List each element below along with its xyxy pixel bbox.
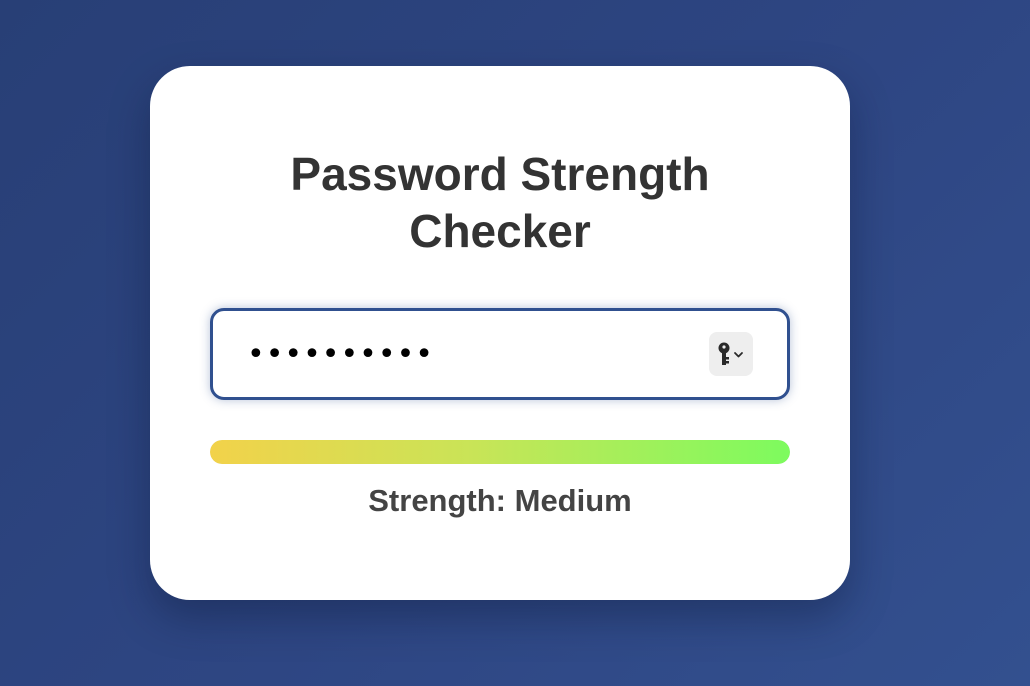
password-field-container xyxy=(210,308,790,400)
key-icon xyxy=(718,342,743,365)
strength-label: Strength: Medium xyxy=(368,483,632,518)
title-line-2: Checker xyxy=(409,205,591,257)
strength-meter xyxy=(210,440,790,464)
password-checker-card: Password Strength Checker Strength: Medi… xyxy=(150,66,850,600)
strength-meter-fill xyxy=(210,440,790,464)
password-input[interactable] xyxy=(247,311,687,397)
page-title: Password Strength Checker xyxy=(150,146,850,260)
title-line-1: Password Strength xyxy=(290,148,710,200)
password-autofill-button[interactable] xyxy=(709,332,753,376)
chevron-down-icon xyxy=(734,352,743,358)
